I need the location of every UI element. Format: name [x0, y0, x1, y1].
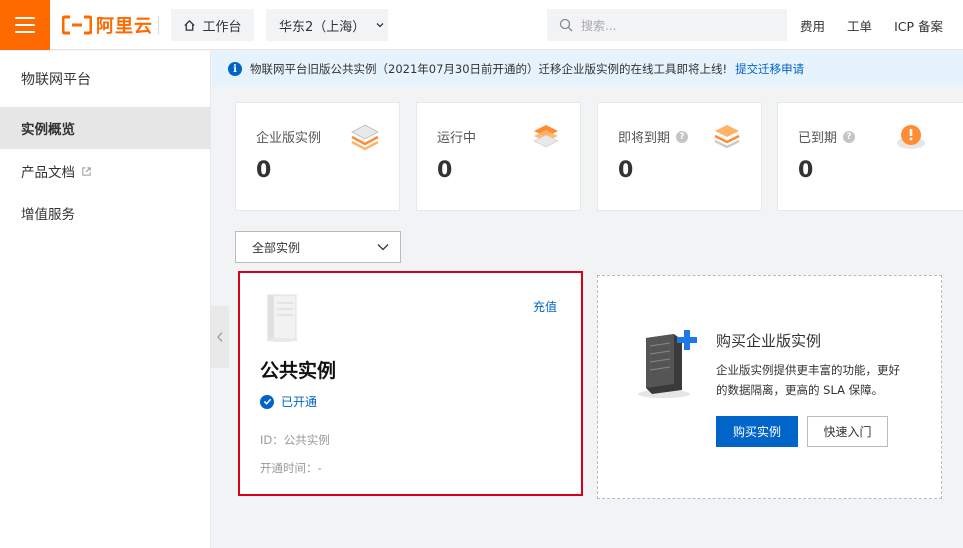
stat-value: 0 — [798, 158, 814, 183]
buy-card-description: 企业版实例提供更丰富的功能，更好的数据隔离，更高的 SLA 保障。 — [716, 363, 900, 397]
chevron-left-icon — [217, 332, 223, 342]
stat-label: 已到期? — [798, 127, 856, 146]
stat-card-running: 运行中 0 — [416, 102, 581, 211]
stat-value: 0 — [256, 158, 272, 183]
search-icon — [559, 18, 573, 32]
server-icon — [266, 294, 298, 342]
home-icon — [184, 19, 196, 31]
filter-selected-value: 全部实例 — [252, 240, 301, 255]
sidebar-title: 物联网平台 — [21, 72, 91, 88]
public-instance-title: 公共实例 — [260, 360, 337, 382]
stat-label: 即将到期? — [618, 127, 689, 146]
server-add-icon — [638, 330, 697, 398]
help-icon[interactable]: ? — [676, 130, 689, 143]
sidebar-item-label: 增值服务 — [21, 207, 75, 223]
instance-open-time: 开通时间：- — [260, 461, 322, 475]
external-link-icon — [82, 166, 91, 176]
sidebar-item-value-added[interactable]: 增值服务 — [0, 192, 210, 234]
stat-label-text: 即将到期 — [618, 131, 671, 146]
region-selector[interactable]: 华东2（上海） — [266, 9, 388, 41]
stat-card-enterprise: 企业版实例 0 — [235, 102, 400, 211]
workbench-label: 工作台 — [202, 19, 242, 35]
search-input[interactable]: 搜索... — [547, 9, 787, 41]
stack-running-icon — [533, 125, 559, 148]
stack-expiring-icon — [714, 125, 740, 149]
notice-banner: i 物联网平台旧版公共实例（2021年07月30日前开通的）迁移企业版实例的在线… — [212, 51, 963, 87]
public-instance-card[interactable]: 充值 公共实例 已开通 ID：公共实例 开通时间：- — [238, 271, 583, 496]
workbench-button[interactable]: 工作台 — [171, 9, 254, 41]
status-text: 已开通 — [281, 395, 318, 409]
menu-hamburger-icon[interactable] — [0, 0, 50, 50]
link-billing[interactable]: 费用 — [800, 16, 825, 35]
sidebar-item-product-docs[interactable]: 产品文档 — [0, 150, 210, 192]
stat-card-expiring: 即将到期? 0 — [597, 102, 762, 211]
quick-start-button[interactable]: 快速入门 — [807, 416, 888, 447]
stat-card-expired: 已到期? 0 — [777, 102, 963, 211]
recharge-link[interactable]: 充值 — [533, 298, 557, 315]
help-icon[interactable]: ? — [843, 130, 856, 143]
sidebar-item-label: 实例概览 — [21, 122, 75, 138]
notice-migration-link[interactable]: 提交迁移申请 — [735, 61, 804, 77]
stat-label: 运行中 — [437, 127, 476, 146]
stat-label-text: 运行中 — [437, 131, 477, 146]
link-icp[interactable]: ICP 备案 — [894, 16, 943, 35]
layers-icon — [351, 124, 379, 151]
instance-id: ID：公共实例 — [260, 433, 330, 447]
link-tickets[interactable]: 工单 — [847, 16, 872, 35]
buy-instance-button[interactable]: 购买实例 — [716, 416, 798, 447]
sidebar-collapse-button[interactable] — [211, 306, 229, 368]
buy-enterprise-card: 购买企业版实例 企业版实例提供更丰富的功能，更好的数据隔离，更高的 SLA 保障… — [597, 275, 942, 499]
aliyun-logo[interactable]: 阿里云 — [62, 13, 153, 37]
instance-filter-select[interactable]: 全部实例 — [235, 231, 401, 263]
sidebar-item-label: 产品文档 — [21, 165, 75, 181]
aliyun-logo-icon — [62, 15, 92, 35]
region-label: 华东2（上海） — [279, 19, 366, 35]
top-links: 费用 工单 ICP 备案 — [800, 0, 943, 50]
search-placeholder: 搜索... — [581, 18, 617, 33]
stat-label-text: 已到期 — [798, 131, 838, 146]
check-circle-icon — [260, 394, 274, 409]
sidebar: 物联网平台 实例概览 产品文档 增值服务 — [0, 51, 211, 548]
top-navigation-bar: 阿里云 工作台 华东2（上海） 搜索... 费用 工单 ICP 备案 — [0, 0, 963, 50]
instance-status: 已开通 — [260, 393, 317, 410]
info-icon: i — [228, 62, 242, 76]
stat-value: 0 — [618, 158, 634, 183]
chevron-down-icon — [376, 23, 384, 28]
logo-text: 阿里云 — [96, 16, 153, 37]
stat-value: 0 — [437, 158, 453, 183]
logo-divider — [158, 16, 159, 34]
chevron-down-icon — [377, 244, 389, 251]
alert-disc-icon — [897, 125, 925, 149]
stat-label-text: 企业版实例 — [256, 131, 322, 146]
notice-text: 物联网平台旧版公共实例（2021年07月30日前开通的）迁移企业版实例的在线工具… — [250, 62, 728, 76]
buy-card-title: 购买企业版实例 — [716, 332, 822, 350]
stat-label: 企业版实例 — [256, 127, 321, 146]
sidebar-item-instance-overview[interactable]: 实例概览 — [0, 107, 210, 149]
